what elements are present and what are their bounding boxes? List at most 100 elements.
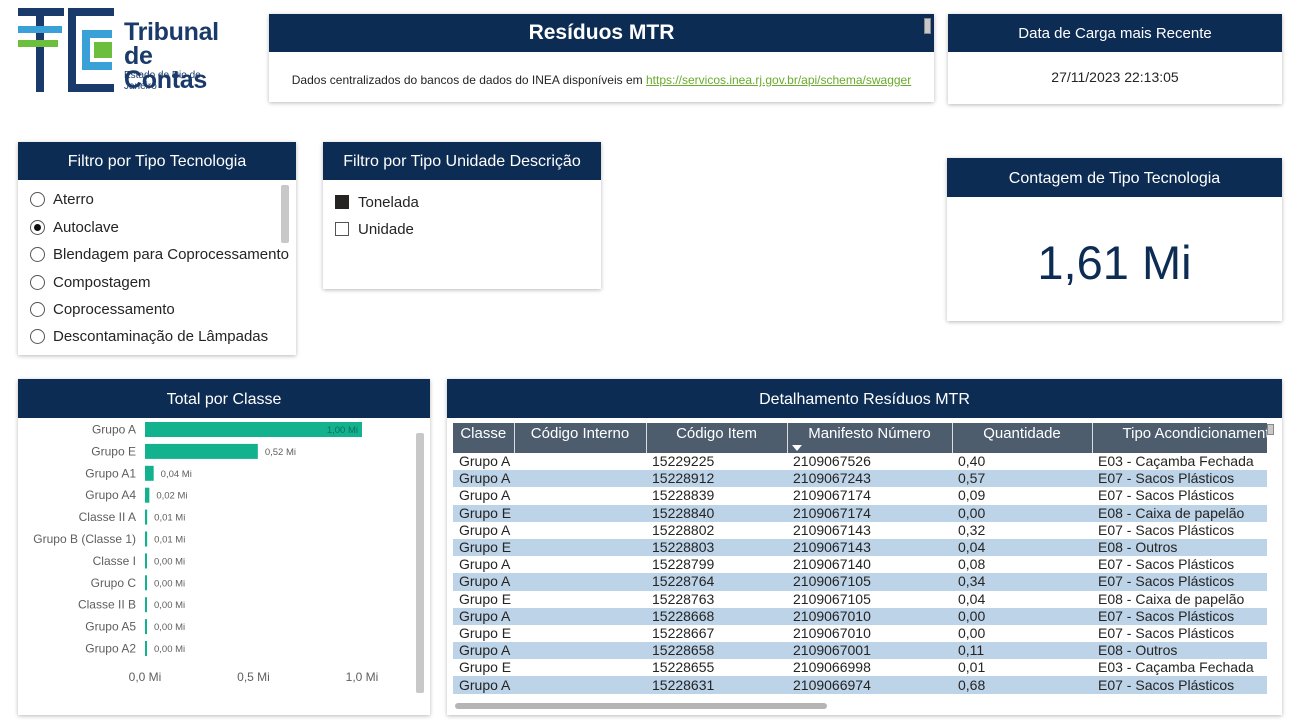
- table-cell: 0,68: [952, 676, 1092, 694]
- inea-api-link[interactable]: https://servicos.inea.rj.gov.br/api/sche…: [646, 73, 911, 87]
- table-cell: E07 - Sacos Plásticos: [1092, 607, 1267, 625]
- title-scrollbar[interactable]: [924, 18, 931, 34]
- table-cell: 15228763: [652, 590, 715, 607]
- table-row[interactable]: Grupo A 15228802 2109067143 0,32 E07 - Sacos…: [453, 522, 1267, 539]
- table-row[interactable]: Grupo E 15228763 2109067105 0,04 E08 - Caixa…: [453, 591, 1267, 608]
- table-cell: 15228799: [652, 556, 715, 573]
- table-cell: 15228667: [652, 624, 715, 641]
- table-row[interactable]: Grupo A 15228631 2109066974 0,68 E07 - Sacos…: [453, 676, 1267, 694]
- table-vertical-scrollbar[interactable]: [1267, 424, 1274, 435]
- table-cell: [514, 642, 646, 660]
- chart-scrollbar[interactable]: [416, 433, 424, 693]
- chart-bar: [145, 465, 154, 481]
- table-cell: 15228803: [646, 538, 787, 557]
- table-cell: Grupo A: [453, 607, 514, 625]
- chart-bar: [145, 553, 147, 569]
- table-cell: 15228840: [646, 504, 787, 522]
- table-title: Detalhamento Resíduos MTR: [447, 379, 1282, 418]
- table-cell: 0,04: [958, 590, 986, 607]
- table-row[interactable]: Grupo A 15228799 2109067140 0,08 E07 - Sacos…: [453, 556, 1267, 573]
- table-cell: [514, 659, 646, 676]
- table-row[interactable]: Grupo A 15228764 2109067105 0,34 E07 - Sacos…: [453, 573, 1267, 591]
- table-cell: 2109067243: [787, 470, 952, 488]
- title-description: Dados centralizados do bancos de dados d…: [269, 52, 934, 87]
- tech-count-card: Contagem de Tipo Tecnologia 1,61 Mi: [947, 158, 1282, 321]
- checkbox-tonelada[interactable]: [335, 195, 349, 209]
- table-row[interactable]: Grupo A 15229225 2109067526 0,40 E03 - Caçam…: [453, 453, 1267, 470]
- radio-aterro[interactable]: [30, 191, 45, 207]
- table-cell: 2109067010: [793, 624, 871, 641]
- table-cell: 0,34: [952, 573, 1092, 591]
- filter-tech-option[interactable]: Aterro: [30, 189, 94, 209]
- chart-data-label: 0,01 Mi: [154, 535, 185, 546]
- filter-tech-option[interactable]: Coprocessamento: [30, 299, 175, 319]
- filter-unit-slicer: Filtro por Tipo Unidade Descrição Tonela…: [323, 142, 601, 289]
- table-cell: [514, 573, 646, 591]
- filter-tech-scrollbar[interactable]: [281, 185, 289, 243]
- table-horizontal-scrollbar[interactable]: [455, 703, 827, 709]
- chart-data-label: 0,00 Mi: [154, 556, 185, 567]
- table-cell: [514, 453, 646, 470]
- table-row[interactable]: Grupo E 15228667 2109067010 0,00 E07 - Sacos…: [453, 625, 1267, 642]
- table-cell: E08 - Outros: [1092, 642, 1267, 660]
- radio-descontaminacao[interactable]: [30, 328, 45, 344]
- column-header-tipo-acondicionamento[interactable]: Tipo Acondicionamento: [1092, 423, 1267, 453]
- mtr-detail-table-card: Detalhamento Resíduos MTR Classe Código …: [447, 379, 1282, 715]
- column-header-codigo-interno[interactable]: Código Interno: [514, 423, 647, 453]
- radio-coprocessamento[interactable]: [30, 301, 45, 317]
- table-cell: Grupo A: [453, 470, 514, 488]
- filter-tech-option[interactable]: Descontaminação de Lâmpadas: [30, 326, 268, 346]
- filter-unit-option[interactable]: Tonelada: [335, 192, 419, 212]
- table-row[interactable]: Grupo A 15228839 2109067174 0,09 E07 - Sacos…: [453, 487, 1267, 504]
- table-cell: 0,00: [952, 504, 1092, 522]
- table-row[interactable]: Grupo E 15228803 2109067143 0,04 E08 - Outro…: [453, 538, 1267, 557]
- table-cell: E07 - Sacos Plásticos: [1098, 556, 1235, 573]
- radio-autoclave[interactable]: [30, 219, 45, 235]
- chart-category-label: Grupo A4: [85, 488, 136, 502]
- date-card-title: Data de Carga mais Recente: [948, 14, 1282, 52]
- table-row[interactable]: Grupo E 15228655 2109066998 0,01 E03 - Caçam…: [453, 659, 1267, 676]
- table-cell: 2109067174: [787, 504, 952, 522]
- table-cell: 0,11: [952, 642, 1092, 660]
- chart-data-label: 0,01 Mi: [154, 513, 185, 524]
- latest-load-date-value: 27/11/2023 22:13:05: [1051, 69, 1179, 85]
- filter-tech-option[interactable]: Blendagem para Coprocessamento: [30, 244, 289, 264]
- table-cell: Grupo E: [459, 659, 512, 676]
- chart-title: Total por Classe: [18, 379, 430, 418]
- filter-tech-option[interactable]: Compostagem: [30, 272, 151, 292]
- chart-category-label: Grupo A: [92, 423, 136, 437]
- table-row[interactable]: Grupo A 15228658 2109067001 0,11 E08 - Outro…: [453, 642, 1267, 660]
- chart-bar: [145, 487, 150, 503]
- table-row[interactable]: Grupo E 15228840 2109067174 0,00 E08 - Caixa…: [453, 504, 1267, 522]
- tech-count-value: 1,61 Mi: [1037, 236, 1192, 289]
- tce-logo: Tribunal de Contas Estado do Rio de Jane…: [16, 4, 236, 96]
- filter-unit-option[interactable]: Unidade: [335, 219, 414, 239]
- table-cell: 0,01: [958, 659, 986, 676]
- column-header-quantidade[interactable]: Quantidade: [952, 423, 1093, 453]
- chart-data-label: 0,02 Mi: [156, 491, 187, 502]
- chart-category-label: Grupo A5: [85, 620, 136, 634]
- chart-bar: [145, 509, 148, 525]
- table-cell: 2109067010: [787, 607, 952, 625]
- table-cell: 0,00: [958, 624, 986, 641]
- table-cell: 15228655: [652, 659, 715, 676]
- table-cell: 2109067143: [793, 521, 871, 538]
- column-header-manifesto-numero[interactable]: Manifesto Número: [787, 423, 953, 453]
- table-cell: E07 - Sacos Plásticos: [1092, 676, 1267, 694]
- table-row[interactable]: Grupo A 15228912 2109067243 0,57 E07 - Sacos…: [453, 470, 1267, 488]
- mtr-detail-table: Classe Código Interno Código Item Manife…: [453, 423, 1267, 694]
- table-cell: Grupo A: [453, 642, 514, 660]
- table-row[interactable]: Grupo A 15228668 2109067010 0,00 E07 - Sacos…: [453, 607, 1267, 625]
- checkbox-unidade[interactable]: [335, 222, 349, 236]
- table-cell: Grupo A: [459, 521, 511, 538]
- table-cell: 15228764: [646, 573, 787, 591]
- radio-blendagem[interactable]: [30, 246, 45, 262]
- column-header-classe[interactable]: Classe: [453, 423, 515, 453]
- radio-compostagem[interactable]: [30, 274, 45, 290]
- table-header-row: Classe Código Interno Código Item Manife…: [453, 423, 1267, 453]
- chart-data-label: 0,00 Mi: [154, 578, 185, 589]
- filter-tech-option[interactable]: Autoclave: [30, 217, 119, 237]
- filter-tech-option-label: Coprocessamento: [53, 300, 175, 318]
- table-cell: E03 - Caçamba Fechada: [1098, 453, 1254, 470]
- column-header-codigo-item[interactable]: Código Item: [646, 423, 788, 453]
